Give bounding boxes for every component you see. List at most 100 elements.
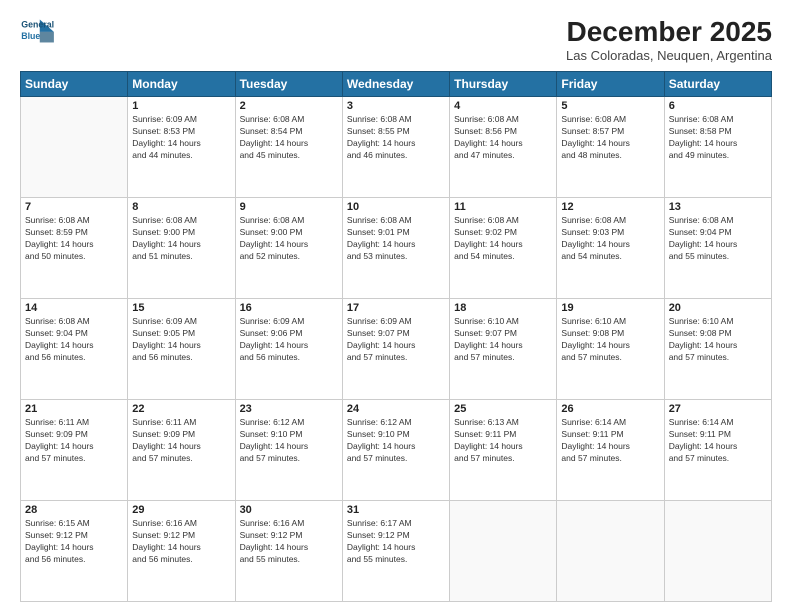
day-number: 16 <box>240 302 338 314</box>
calendar-header-friday: Friday <box>557 72 664 97</box>
calendar-header-thursday: Thursday <box>450 72 557 97</box>
day-number: 24 <box>347 403 445 415</box>
day-number: 25 <box>454 403 552 415</box>
calendar-cell: 31Sunrise: 6:17 AM Sunset: 9:12 PM Dayli… <box>342 501 449 602</box>
calendar-cell: 30Sunrise: 6:16 AM Sunset: 9:12 PM Dayli… <box>235 501 342 602</box>
calendar-cell: 18 Sunrise: 6:10 AM Sunset: 9:07 PM Dayli… <box>450 299 557 400</box>
calendar-cell: 3 Sunrise: 6:08 AM Sunset: 8:55 PM Daylig… <box>342 97 449 198</box>
calendar-cell: 28 Sunrise: 6:15 AM Sunset: 9:12 PM Dayli… <box>21 501 128 602</box>
calendar-cell: 6 Sunrise: 6:08 AM Sunset: 8:58 PM Daylig… <box>664 97 771 198</box>
logo-icon: General Blue <box>20 16 56 46</box>
calendar-cell: 19Sunrise: 6:10 AM Sunset: 9:08 PM Dayli… <box>557 299 664 400</box>
calendar-cell: 25 Sunrise: 6:13 AM Sunset: 9:11 PM Dayli… <box>450 400 557 501</box>
calendar-cell: 29 Sunrise: 6:16 AM Sunset: 9:12 PM Dayli… <box>128 501 235 602</box>
calendar-cell: 1 Sunrise: 6:09 AM Sunset: 8:53 PM Daylig… <box>128 97 235 198</box>
calendar-cell <box>557 501 664 602</box>
main-title: December 2025 <box>566 16 772 48</box>
cell-info: Sunrise: 6:09 AM Sunset: 9:05 PM Dayligh… <box>132 316 230 364</box>
cell-info: Sunrise: 6:15 AM Sunset: 9:12 PM Dayligh… <box>25 518 123 566</box>
calendar-table: SundayMondayTuesdayWednesdayThursdayFrid… <box>20 71 772 602</box>
day-number: 27 <box>669 403 767 415</box>
cell-info: Sunrise: 6:08 AM Sunset: 9:03 PM Dayligh… <box>561 215 659 263</box>
day-number: 17 <box>347 302 445 314</box>
calendar-cell: 12 Sunrise: 6:08 AM Sunset: 9:03 PM Dayli… <box>557 198 664 299</box>
calendar-week-1: 1 Sunrise: 6:09 AM Sunset: 8:53 PM Daylig… <box>21 97 772 198</box>
day-number: 20 <box>669 302 767 314</box>
calendar-cell: 13 Sunrise: 6:08 AM Sunset: 9:04 PM Dayli… <box>664 198 771 299</box>
calendar-cell: 10 Sunrise: 6:08 AM Sunset: 9:01 PM Dayli… <box>342 198 449 299</box>
day-number: 1 <box>132 100 230 112</box>
cell-info: Sunrise: 6:12 AM Sunset: 9:10 PM Dayligh… <box>240 417 338 465</box>
day-number: 11 <box>454 201 552 213</box>
calendar-cell <box>21 97 128 198</box>
calendar-cell: 23 Sunrise: 6:12 AM Sunset: 9:10 PM Dayli… <box>235 400 342 501</box>
day-number: 12 <box>561 201 659 213</box>
calendar-cell: 16Sunrise: 6:09 AM Sunset: 9:06 PM Dayli… <box>235 299 342 400</box>
calendar-cell <box>664 501 771 602</box>
cell-info: Sunrise: 6:08 AM Sunset: 9:02 PM Dayligh… <box>454 215 552 263</box>
calendar-cell: 22 Sunrise: 6:11 AM Sunset: 9:09 PM Dayli… <box>128 400 235 501</box>
day-number: 29 <box>132 504 230 516</box>
calendar-week-2: 7 Sunrise: 6:08 AM Sunset: 8:59 PM Daylig… <box>21 198 772 299</box>
day-number: 13 <box>669 201 767 213</box>
cell-info: Sunrise: 6:08 AM Sunset: 8:58 PM Dayligh… <box>669 114 767 162</box>
calendar-cell: 8 Sunrise: 6:08 AM Sunset: 9:00 PM Daylig… <box>128 198 235 299</box>
day-number: 4 <box>454 100 552 112</box>
cell-info: Sunrise: 6:08 AM Sunset: 9:04 PM Dayligh… <box>669 215 767 263</box>
day-number: 7 <box>25 201 123 213</box>
day-number: 5 <box>561 100 659 112</box>
calendar-cell: 4Sunrise: 6:08 AM Sunset: 8:56 PM Daylig… <box>450 97 557 198</box>
day-number: 14 <box>25 302 123 314</box>
calendar-cell: 5Sunrise: 6:08 AM Sunset: 8:57 PM Daylig… <box>557 97 664 198</box>
cell-info: Sunrise: 6:08 AM Sunset: 8:59 PM Dayligh… <box>25 215 123 263</box>
svg-text:Blue: Blue <box>21 31 40 41</box>
calendar-header-sunday: Sunday <box>21 72 128 97</box>
calendar-header-saturday: Saturday <box>664 72 771 97</box>
day-number: 8 <box>132 201 230 213</box>
cell-info: Sunrise: 6:08 AM Sunset: 9:00 PM Dayligh… <box>132 215 230 263</box>
cell-info: Sunrise: 6:14 AM Sunset: 9:11 PM Dayligh… <box>669 417 767 465</box>
day-number: 31 <box>347 504 445 516</box>
day-number: 9 <box>240 201 338 213</box>
day-number: 6 <box>669 100 767 112</box>
cell-info: Sunrise: 6:10 AM Sunset: 9:07 PM Dayligh… <box>454 316 552 364</box>
calendar-header-monday: Monday <box>128 72 235 97</box>
calendar-header-row: SundayMondayTuesdayWednesdayThursdayFrid… <box>21 72 772 97</box>
calendar-cell: 24Sunrise: 6:12 AM Sunset: 9:10 PM Dayli… <box>342 400 449 501</box>
cell-info: Sunrise: 6:13 AM Sunset: 9:11 PM Dayligh… <box>454 417 552 465</box>
calendar-cell <box>450 501 557 602</box>
cell-info: Sunrise: 6:08 AM Sunset: 9:01 PM Dayligh… <box>347 215 445 263</box>
calendar-cell: 11 Sunrise: 6:08 AM Sunset: 9:02 PM Dayli… <box>450 198 557 299</box>
day-number: 28 <box>25 504 123 516</box>
logo: General Blue <box>20 16 56 46</box>
title-block: December 2025 Las Coloradas, Neuquen, Ar… <box>566 16 772 63</box>
day-number: 3 <box>347 100 445 112</box>
cell-info: Sunrise: 6:16 AM Sunset: 9:12 PM Dayligh… <box>132 518 230 566</box>
page: General Blue December 2025 Las Coloradas… <box>0 0 792 612</box>
day-number: 23 <box>240 403 338 415</box>
subtitle: Las Coloradas, Neuquen, Argentina <box>566 48 772 63</box>
day-number: 18 <box>454 302 552 314</box>
day-number: 26 <box>561 403 659 415</box>
day-number: 21 <box>25 403 123 415</box>
cell-info: Sunrise: 6:11 AM Sunset: 9:09 PM Dayligh… <box>132 417 230 465</box>
calendar-cell: 21 Sunrise: 6:11 AM Sunset: 9:09 PM Dayli… <box>21 400 128 501</box>
cell-info: Sunrise: 6:09 AM Sunset: 8:53 PM Dayligh… <box>132 114 230 162</box>
cell-info: Sunrise: 6:08 AM Sunset: 8:55 PM Dayligh… <box>347 114 445 162</box>
day-number: 10 <box>347 201 445 213</box>
cell-info: Sunrise: 6:08 AM Sunset: 8:54 PM Dayligh… <box>240 114 338 162</box>
day-number: 30 <box>240 504 338 516</box>
calendar-cell: 20Sunrise: 6:10 AM Sunset: 9:08 PM Dayli… <box>664 299 771 400</box>
calendar-cell: 15 Sunrise: 6:09 AM Sunset: 9:05 PM Dayli… <box>128 299 235 400</box>
calendar-week-4: 21 Sunrise: 6:11 AM Sunset: 9:09 PM Dayli… <box>21 400 772 501</box>
calendar-header-wednesday: Wednesday <box>342 72 449 97</box>
header: General Blue December 2025 Las Coloradas… <box>20 16 772 63</box>
day-number: 22 <box>132 403 230 415</box>
day-number: 19 <box>561 302 659 314</box>
calendar-week-5: 28 Sunrise: 6:15 AM Sunset: 9:12 PM Dayli… <box>21 501 772 602</box>
day-number: 15 <box>132 302 230 314</box>
calendar-cell: 7 Sunrise: 6:08 AM Sunset: 8:59 PM Daylig… <box>21 198 128 299</box>
calendar-header-tuesday: Tuesday <box>235 72 342 97</box>
cell-info: Sunrise: 6:11 AM Sunset: 9:09 PM Dayligh… <box>25 417 123 465</box>
calendar-cell: 26Sunrise: 6:14 AM Sunset: 9:11 PM Dayli… <box>557 400 664 501</box>
